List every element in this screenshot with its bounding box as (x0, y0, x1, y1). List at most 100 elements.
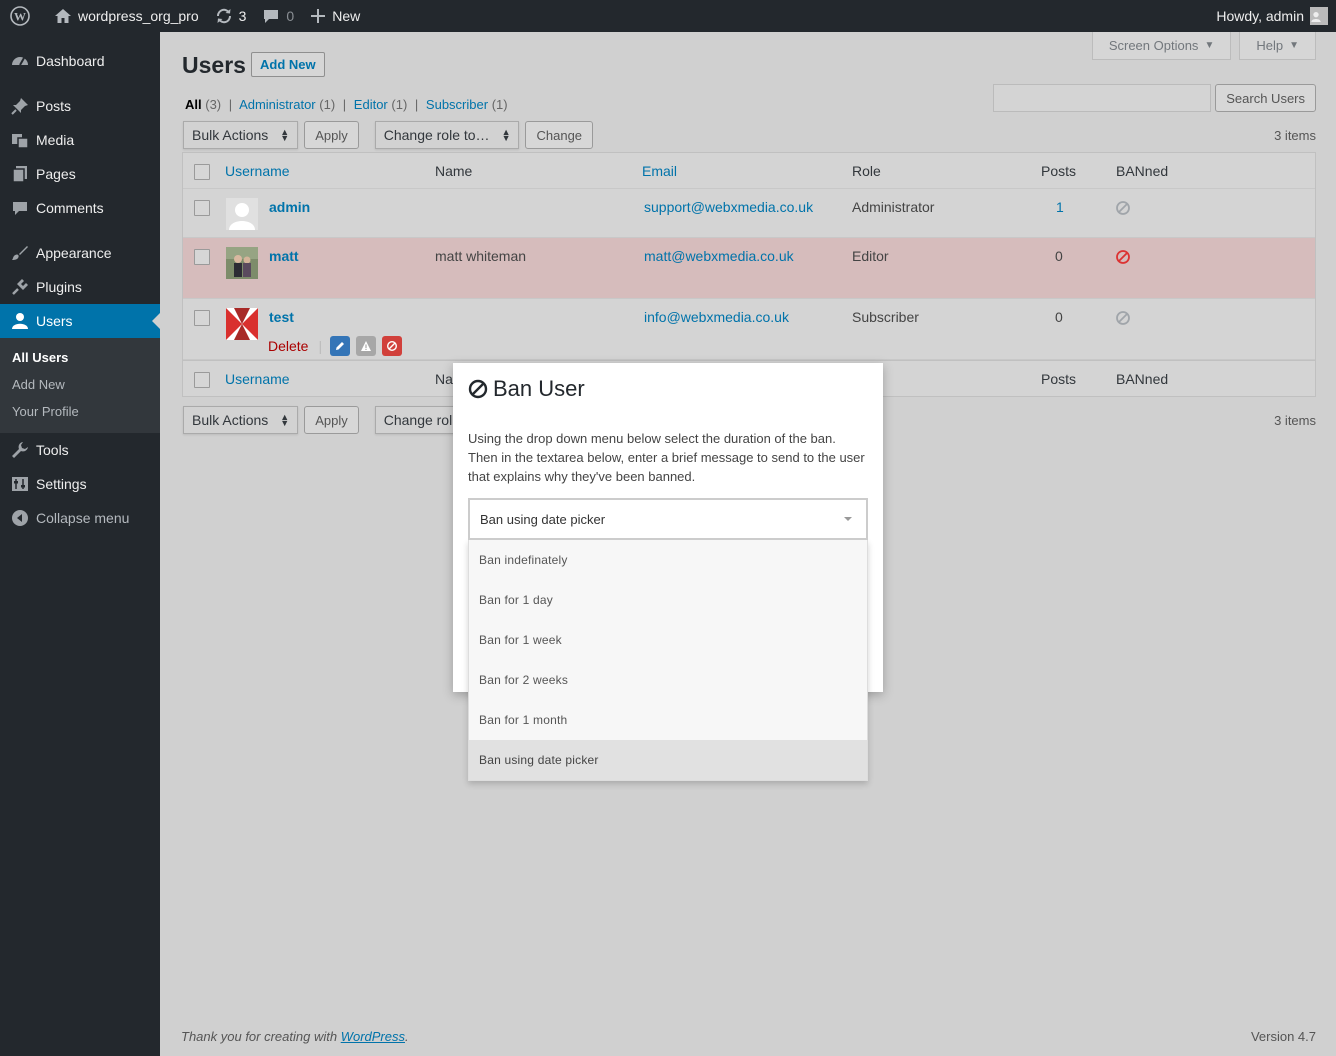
wordpress-link[interactable]: WordPress (341, 1029, 405, 1044)
bulk-actions-label: Bulk Actions (192, 127, 269, 143)
column-username[interactable]: Username (225, 371, 290, 387)
apply-button[interactable]: Apply (304, 406, 359, 434)
select-all-checkbox[interactable] (194, 164, 210, 180)
filter-editor-count: (1) (391, 97, 408, 112)
filter-administrator[interactable]: Administrator (239, 97, 316, 112)
option-ban-1-month[interactable]: Ban for 1 month (469, 700, 867, 740)
option-ban-date-picker[interactable]: Ban using date picker (469, 740, 867, 780)
updown-arrows-icon: ▲ ▼ (501, 127, 511, 143)
sidebar-item-plugins[interactable]: Plugins (0, 270, 160, 304)
username-link[interactable]: admin (269, 199, 310, 215)
row-checkbox[interactable] (194, 249, 210, 265)
sidebar-item-comments[interactable]: Comments (0, 191, 160, 225)
avatar (226, 308, 258, 340)
sidebar-item-pages[interactable]: Pages (0, 157, 160, 191)
submenu-all-users[interactable]: All Users (0, 344, 160, 371)
change-role-label: Change role to… (383, 127, 490, 143)
posts-link[interactable]: 1 (1056, 199, 1064, 215)
footer-thanks-suffix: . (405, 1029, 409, 1044)
filter-subscriber[interactable]: Subscriber (426, 97, 488, 112)
filter-editor[interactable]: Editor (354, 97, 388, 112)
ban-user-icon[interactable] (382, 336, 403, 356)
edit-pencil-icon[interactable] (330, 336, 351, 356)
help-button[interactable]: Help ▼ (1239, 32, 1316, 60)
sidebar-item-label: Pages (36, 166, 76, 182)
search-users-button[interactable]: Search Users (1215, 84, 1316, 112)
column-name: Name (435, 163, 473, 179)
sidebar-item-dashboard[interactable]: Dashboard (0, 44, 160, 78)
modal-title: Ban User (468, 376, 585, 402)
comment-icon (264, 10, 279, 23)
select-all-checkbox[interactable] (194, 372, 210, 388)
change-role-select[interactable]: Change rol (374, 406, 462, 434)
updates-link[interactable]: 3 (207, 0, 255, 32)
bulk-actions-select[interactable]: Bulk Actions ▲ ▼ (183, 406, 299, 434)
name-cell: matt whiteman (435, 248, 527, 264)
updates-count: 3 (238, 8, 247, 24)
column-username[interactable]: Username (225, 163, 290, 179)
change-button[interactable]: Change (525, 121, 594, 149)
column-posts: Posts (1041, 163, 1077, 179)
howdy-text: Howdy, admin (1216, 8, 1304, 24)
add-new-button[interactable]: Add New (251, 52, 325, 77)
page-title: Users (182, 52, 246, 78)
filter-all-label: All (185, 97, 202, 112)
posts-count: 0 (1055, 248, 1063, 264)
sidebar-item-appearance[interactable]: Appearance (0, 236, 160, 270)
change-role-select[interactable]: Change role to… ▲ ▼ (374, 121, 520, 149)
change-role-label: Change rol (383, 412, 453, 428)
username-link[interactable]: matt (269, 248, 299, 264)
triangle-down-icon: ▼ (1289, 40, 1299, 51)
sidebar-item-label: Tools (36, 442, 69, 458)
table-row: admin support@webxmedia.co.uk Administra… (183, 189, 1315, 238)
option-ban-1-week[interactable]: Ban for 1 week (469, 620, 867, 660)
screen-options-button[interactable]: Screen Options ▼ (1091, 32, 1232, 60)
banned-icon[interactable] (1115, 249, 1131, 265)
role-cell: Subscriber (852, 309, 919, 325)
bulk-actions-select[interactable]: Bulk Actions ▲ ▼ (183, 121, 299, 149)
sidebar-item-label: Plugins (36, 279, 82, 295)
wp-logo-icon[interactable]: W (0, 0, 46, 32)
submenu-your-profile[interactable]: Your Profile (0, 398, 160, 425)
warning-icon[interactable] (356, 336, 377, 356)
sidebar-item-media[interactable]: Media (0, 123, 160, 157)
email-link[interactable]: matt@webxmedia.co.uk (644, 248, 794, 264)
admin-sidebar: Dashboard Posts Media Pages Comments App… (0, 32, 160, 1056)
collapse-menu-button[interactable]: Collapse menu (0, 501, 160, 535)
option-ban-indefinately[interactable]: Ban indefinately (469, 540, 867, 580)
posts-count: 0 (1055, 309, 1063, 325)
username-link[interactable]: test (269, 309, 294, 325)
option-ban-1-day[interactable]: Ban for 1 day (469, 580, 867, 620)
filter-all[interactable]: All (185, 97, 202, 112)
bulk-actions-label: Bulk Actions (192, 412, 269, 428)
ban-duration-select[interactable]: Ban using date picker (468, 498, 868, 540)
ban-status-icon[interactable] (1115, 200, 1131, 216)
my-account-link[interactable]: Howdy, admin (1208, 0, 1336, 32)
ban-duration-options: Ban indefinately Ban for 1 day Ban for 1… (468, 540, 868, 781)
site-name-link[interactable]: wordpress_org_pro (46, 0, 207, 32)
sidebar-item-tools[interactable]: Tools (0, 433, 160, 467)
apply-button[interactable]: Apply (304, 121, 359, 149)
sidebar-item-settings[interactable]: Settings (0, 467, 160, 501)
sidebar-item-posts[interactable]: Posts (0, 89, 160, 123)
comments-link[interactable]: 0 (254, 0, 302, 32)
sidebar-item-users[interactable]: Users (0, 304, 160, 338)
brush-icon (10, 243, 30, 263)
new-label: New (332, 8, 361, 24)
settings-icon (10, 474, 30, 494)
row-checkbox[interactable] (194, 310, 210, 326)
sidebar-item-label: Appearance (36, 245, 112, 261)
column-email[interactable]: Email (642, 163, 677, 179)
submenu-add-new[interactable]: Add New (0, 371, 160, 398)
row-checkbox[interactable] (194, 200, 210, 216)
email-link[interactable]: info@webxmedia.co.uk (644, 309, 789, 325)
new-content-link[interactable]: New (302, 0, 368, 32)
ban-duration-dropdown: Ban using date picker Ban indefinately B… (468, 498, 868, 781)
option-ban-2-weeks[interactable]: Ban for 2 weeks (469, 660, 867, 700)
plus-icon (311, 9, 326, 23)
search-input[interactable] (993, 84, 1212, 112)
delete-link[interactable]: Delete (268, 338, 308, 354)
ban-status-icon[interactable] (1115, 310, 1131, 326)
email-link[interactable]: support@webxmedia.co.uk (644, 199, 813, 215)
chevron-down-icon (844, 517, 852, 521)
